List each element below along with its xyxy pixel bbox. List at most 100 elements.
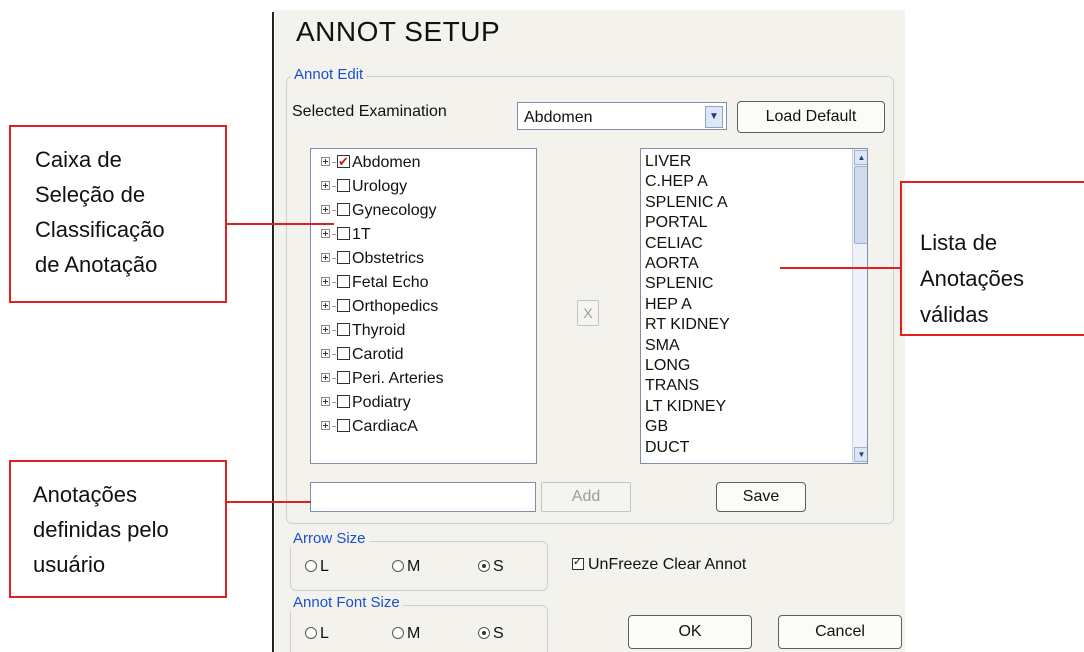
expand-icon[interactable]: [321, 205, 330, 214]
tree-item[interactable]: Obstetrics: [321, 248, 424, 270]
checkbox-icon[interactable]: [337, 251, 350, 265]
radio-option-s[interactable]: S: [478, 625, 504, 643]
classification-tree[interactable]: Abdomen Urology Gynecology 1T Obstetrics Feta…: [310, 148, 537, 464]
expand-icon[interactable]: [321, 301, 330, 310]
scroll-up-icon[interactable]: ▲: [854, 150, 867, 165]
checkbox-icon[interactable]: [337, 419, 350, 433]
radio-icon[interactable]: [305, 559, 317, 572]
checkbox-icon[interactable]: [337, 203, 350, 217]
annot-edit-legend: Annot Edit: [291, 66, 367, 83]
callout-annotation-list-line-2: Anotações: [920, 266, 1024, 291]
tree-item[interactable]: 1T: [321, 224, 371, 246]
radio-option-label: M: [407, 558, 421, 575]
radio-option-l[interactable]: L: [305, 558, 329, 576]
checkbox-icon[interactable]: [572, 555, 584, 570]
callout-annotation-list-left-border: [900, 181, 902, 336]
annotation-list-item[interactable]: TRANS: [645, 376, 699, 396]
radio-option-s[interactable]: S: [478, 558, 504, 576]
callout-classification-line-4: de Anotação: [35, 252, 158, 277]
annotation-list-item[interactable]: AORTA: [645, 254, 699, 274]
add-button[interactable]: Add: [541, 482, 631, 512]
tree-item[interactable]: Gynecology: [321, 200, 437, 222]
tree-item-label: 1T: [352, 226, 371, 243]
expand-icon[interactable]: [321, 349, 330, 358]
remove-annotation-button[interactable]: X: [577, 300, 599, 326]
annotation-list-item[interactable]: SMA: [645, 336, 680, 356]
tree-item[interactable]: Orthopedics: [321, 296, 438, 318]
expand-icon[interactable]: [321, 181, 330, 190]
expand-icon[interactable]: [321, 373, 330, 382]
expand-icon[interactable]: [321, 277, 330, 286]
annotation-list-item[interactable]: GB: [645, 417, 668, 437]
radio-icon[interactable]: [392, 626, 404, 639]
checkbox-icon[interactable]: [337, 395, 350, 409]
tree-item[interactable]: Abdomen: [321, 151, 421, 174]
radio-option-m[interactable]: M: [392, 558, 420, 576]
ok-button[interactable]: OK: [628, 615, 752, 649]
annotation-list-item[interactable]: PORTAL: [645, 213, 708, 233]
checkbox-icon[interactable]: [337, 323, 350, 337]
tree-item[interactable]: Urology: [321, 176, 407, 198]
annotation-list-item[interactable]: C.HEP A: [645, 172, 708, 192]
tree-item-label: Podiatry: [352, 394, 411, 411]
expand-icon[interactable]: [321, 157, 330, 166]
chevron-down-icon[interactable]: ▼: [705, 106, 723, 128]
annotation-list-item[interactable]: RT KIDNEY: [645, 315, 730, 335]
cancel-button[interactable]: Cancel: [778, 615, 902, 649]
load-default-button[interactable]: Load Default: [737, 101, 885, 133]
annotation-list-item[interactable]: LIVER: [645, 152, 691, 172]
radio-icon[interactable]: [478, 559, 490, 572]
tree-item[interactable]: Carotid: [321, 344, 404, 366]
annotation-list-item[interactable]: LONG: [645, 356, 690, 376]
annotation-list-item[interactable]: LT KIDNEY: [645, 397, 726, 417]
tree-connector: [332, 330, 336, 332]
checkbox-icon[interactable]: [337, 371, 350, 385]
annotation-list-item[interactable]: CELIAC: [645, 234, 703, 254]
scroll-down-icon[interactable]: ▼: [854, 447, 867, 462]
checkbox-icon[interactable]: [337, 151, 350, 173]
annotation-list-item[interactable]: DUCT: [645, 438, 689, 458]
expand-icon[interactable]: [321, 253, 330, 262]
arrow-size-legend: Arrow Size: [290, 530, 369, 547]
tree-item-label: Thyroid: [352, 322, 406, 339]
radio-icon[interactable]: [478, 626, 490, 639]
checkbox-icon[interactable]: [337, 347, 350, 361]
annotation-list-scrollbar[interactable]: ▲ ▼: [852, 149, 867, 463]
save-button[interactable]: Save: [716, 482, 806, 512]
radio-option-m[interactable]: M: [392, 625, 420, 643]
user-annotation-input[interactable]: [310, 482, 536, 512]
tree-connector: [332, 258, 336, 260]
radio-icon[interactable]: [392, 559, 404, 572]
checkbox-icon[interactable]: [337, 275, 350, 289]
checkbox-icon[interactable]: [337, 227, 350, 241]
annotation-list[interactable]: LIVER C.HEP A SPLENIC A PORTAL CELIAC AORTA SP…: [640, 148, 868, 464]
expand-icon[interactable]: [321, 229, 330, 238]
tree-item-label: CardiacA: [352, 418, 418, 435]
tree-connector: [332, 306, 336, 308]
radio-option-label: S: [493, 558, 504, 575]
tree-item[interactable]: CardiacA: [321, 416, 418, 438]
tree-item[interactable]: Thyroid: [321, 320, 405, 342]
annotation-list-item[interactable]: SPLENIC: [645, 274, 713, 294]
annotation-list-item[interactable]: SPLENIC A: [645, 193, 728, 213]
tree-connector: [332, 210, 336, 212]
tree-item[interactable]: Podiatry: [321, 392, 411, 414]
callout-annotation-list-line-3: válidas: [920, 302, 989, 327]
dialog-title: ANNOT SETUP: [296, 16, 501, 47]
callout-user-defined: Anotações definidas pelo usuário: [9, 460, 227, 598]
expand-icon[interactable]: [321, 325, 330, 334]
radio-option-l[interactable]: L: [305, 625, 329, 643]
annotation-list-item[interactable]: HEP A: [645, 295, 692, 315]
expand-icon[interactable]: [321, 421, 330, 430]
tree-item[interactable]: Fetal Echo: [321, 272, 428, 294]
examination-select[interactable]: Abdomen ▼: [517, 102, 727, 130]
expand-icon[interactable]: [321, 397, 330, 406]
callout-annotation-list-pointer: [780, 267, 900, 269]
tree-connector: [332, 402, 336, 404]
checkbox-icon[interactable]: [337, 299, 350, 313]
radio-icon[interactable]: [305, 626, 317, 639]
checkbox-icon[interactable]: [337, 179, 350, 193]
scroll-thumb[interactable]: [854, 166, 867, 244]
unfreeze-clear-annot-checkbox[interactable]: UnFreeze Clear Annot: [572, 555, 746, 574]
tree-item[interactable]: Peri. Arteries: [321, 368, 444, 390]
